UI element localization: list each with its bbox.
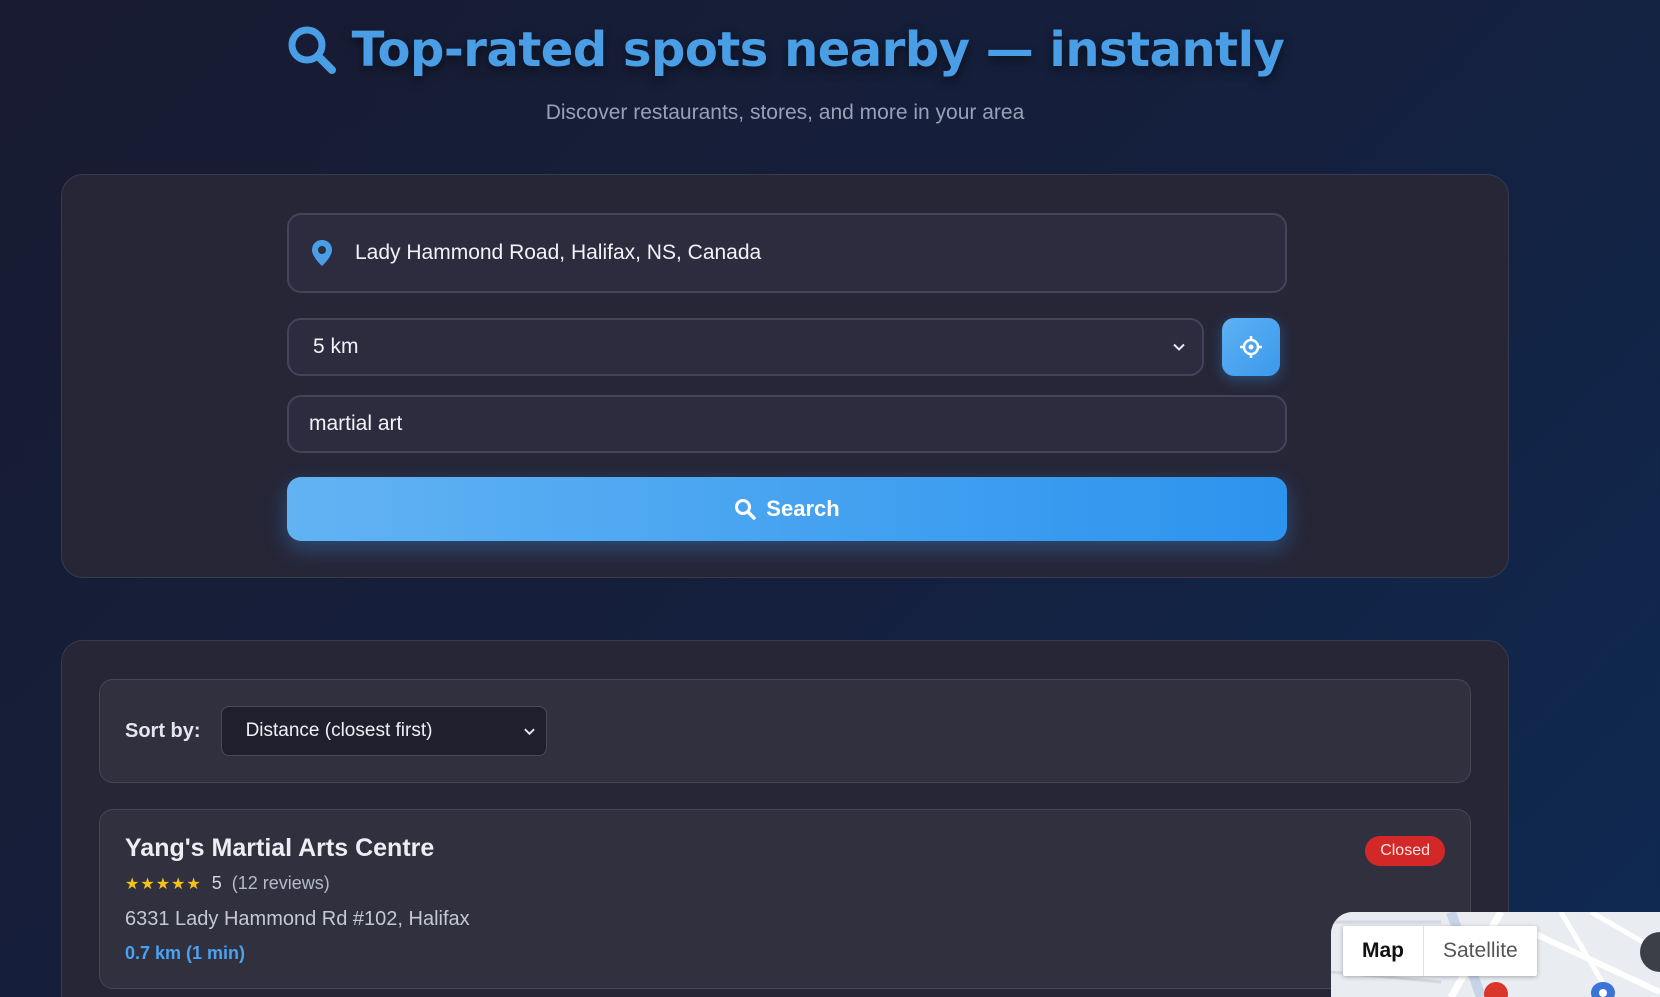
sort-label: Sort by: bbox=[125, 719, 201, 742]
results-panel: Sort by: Distance (closest first) Yang's… bbox=[61, 640, 1509, 997]
crosshair-icon bbox=[1240, 336, 1262, 358]
map-type-map-tab[interactable]: Map bbox=[1343, 926, 1423, 976]
map-pin-icon bbox=[312, 240, 332, 266]
radius-select-value: 5 km bbox=[313, 335, 359, 358]
place-distance: 0.7 km (1 min) bbox=[125, 943, 246, 963]
map-type-satellite-tab[interactable]: Satellite bbox=[1423, 926, 1537, 976]
place-address: 6331 Lady Hammond Rd #102, Halifax bbox=[125, 908, 470, 930]
map-widget[interactable]: Map Satellite bbox=[1331, 912, 1660, 997]
search-button-label: Search bbox=[766, 496, 840, 521]
status-badge: Closed bbox=[1365, 836, 1445, 866]
radius-select[interactable]: 5 km bbox=[287, 318, 1204, 376]
sort-bar: Sort by: Distance (closest first) bbox=[99, 679, 1471, 783]
chevron-down-icon bbox=[523, 728, 535, 735]
sort-select[interactable]: Distance (closest first) bbox=[220, 706, 547, 756]
rating-row: ★★★★★ 5 (12 reviews) bbox=[125, 873, 1445, 894]
page-subtitle: Discover restaurants, stores, and more i… bbox=[545, 101, 1025, 124]
page-title: Top-rated spots nearby — instantly bbox=[286, 22, 1285, 78]
use-my-location-button[interactable] bbox=[1222, 318, 1280, 376]
keyword-input[interactable]: martial art bbox=[287, 395, 1287, 453]
sort-select-value: Distance (closest first) bbox=[245, 720, 433, 741]
map-type-toggle: Map Satellite bbox=[1343, 926, 1537, 976]
search-icon bbox=[735, 499, 757, 520]
keyword-input-value: martial art bbox=[309, 412, 403, 435]
chevron-down-icon bbox=[1173, 343, 1185, 351]
search-icon bbox=[288, 26, 336, 74]
place-name[interactable]: Yang's Martial Arts Centre bbox=[125, 834, 1445, 863]
location-input-value: Lady Hammond Road, Halifax, NS, Canada bbox=[355, 241, 762, 264]
page-title-text: Top-rated spots nearby — instantly bbox=[351, 22, 1285, 78]
search-panel: Lady Hammond Road, Halifax, NS, Canada 5… bbox=[61, 174, 1509, 578]
page-header: Top-rated spots nearby — instantly Disco… bbox=[0, 22, 1570, 125]
rating-value: 5 bbox=[211, 873, 222, 893]
review-count: (12 reviews) bbox=[231, 873, 330, 893]
result-card[interactable]: Yang's Martial Arts Centre ★★★★★ 5 (12 r… bbox=[99, 809, 1471, 989]
search-button[interactable]: Search bbox=[287, 477, 1287, 541]
location-input[interactable]: Lady Hammond Road, Halifax, NS, Canada bbox=[287, 213, 1287, 293]
star-rating: ★★★★★ bbox=[125, 875, 202, 893]
